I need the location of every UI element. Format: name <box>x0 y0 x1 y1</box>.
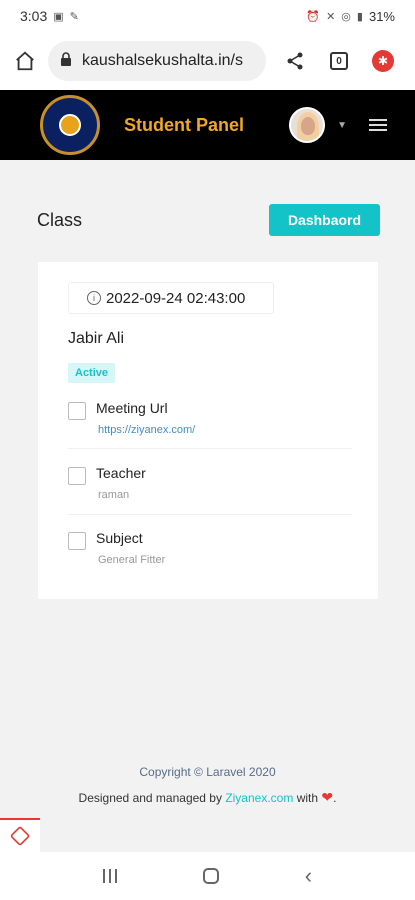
subject-label: Subject <box>96 530 143 546</box>
info-icon: i <box>87 291 101 305</box>
datetime-text: 2022-09-24 02:43:00 <box>106 289 246 307</box>
teacher-label: Teacher <box>96 465 146 481</box>
page-title: Class <box>37 209 83 230</box>
designed-suffix: with <box>296 791 319 805</box>
alarm-icon: ⏰ <box>306 10 321 23</box>
address-bar[interactable]: kaushalsekushalta.in/s <box>48 41 266 81</box>
student-name: Jabir Ali <box>68 330 125 347</box>
heart-icon: ❤ <box>321 789 334 805</box>
extension-icon: ✱ <box>372 50 394 72</box>
laravel-debug-tab[interactable] <box>0 818 40 852</box>
status-badge: Active <box>68 363 116 383</box>
system-nav-bar: ‹ <box>0 852 415 900</box>
recent-apps-icon[interactable] <box>102 869 117 883</box>
meeting-url-checkbox[interactable] <box>68 402 86 420</box>
class-card: i 2022-09-24 02:43:00 Jabir Ali Active M… <box>38 262 378 599</box>
share-icon[interactable] <box>280 46 310 76</box>
status-bar: 3:03 ▣ ✎ ⏰ ✕ ◎ ▮ 31% <box>0 0 415 32</box>
app-header: Student Panel ▼ <box>0 90 415 160</box>
url-text: kaushalsekushalta.in/s <box>82 52 243 69</box>
designed-prefix: Designed and managed by <box>78 791 222 805</box>
divider <box>68 514 352 515</box>
extension-button[interactable]: ✱ <box>368 46 398 76</box>
mute-icon: ✕ <box>326 10 336 23</box>
hamburger-menu-icon[interactable] <box>369 119 387 131</box>
home-icon[interactable] <box>10 46 40 76</box>
brand-title: Student Panel <box>124 114 245 135</box>
list-item-teacher: Teacher raman <box>68 463 352 519</box>
status-time: 3:03 <box>20 8 48 24</box>
lock-icon <box>60 51 74 71</box>
avatar[interactable] <box>289 107 326 143</box>
browser-toolbar: kaushalsekushalta.in/s 0 ✱ <box>0 32 415 90</box>
laravel-icon <box>9 825 31 847</box>
back-icon[interactable]: ‹ <box>305 863 312 889</box>
home-nav-icon[interactable] <box>202 868 219 884</box>
copyright-text: Copyright © Laravel 2020 <box>139 765 276 779</box>
teacher-checkbox[interactable] <box>68 467 86 485</box>
list-item-subject: Subject General Fitter <box>68 528 352 584</box>
battery-level: 31% <box>368 8 395 24</box>
gallery-icon: ▣ <box>53 10 64 23</box>
notification-icon: ✎ <box>69 10 79 23</box>
meeting-url-label: Meeting Url <box>96 400 168 416</box>
tabs-button[interactable]: 0 <box>324 46 354 76</box>
list-item-meeting-url: Meeting Url https://ziyanex.com/ <box>68 398 352 454</box>
page-heading: Class Dashbaord <box>37 203 380 237</box>
logo-emblem <box>59 114 81 136</box>
subject-value: General Fitter <box>98 554 166 566</box>
chevron-down-icon[interactable]: ▼ <box>337 120 347 131</box>
footer: Copyright © Laravel 2020 Designed and ma… <box>0 765 415 806</box>
ziyanex-link[interactable]: Ziyanex.com <box>225 791 293 805</box>
hotspot-icon: ◎ <box>341 10 351 23</box>
divider <box>68 448 352 449</box>
site-logo[interactable] <box>40 95 100 155</box>
subject-checkbox[interactable] <box>68 532 86 550</box>
signal-icon: ▮ <box>356 10 363 23</box>
dashboard-button[interactable]: Dashbaord <box>269 204 380 236</box>
meeting-url-link[interactable]: https://ziyanex.com/ <box>98 424 195 436</box>
teacher-value: raman <box>98 489 130 501</box>
tabs-count: 0 <box>330 52 348 70</box>
class-datetime: i 2022-09-24 02:43:00 <box>68 282 274 314</box>
designed-by-line: Designed and managed by Ziyanex.com with… <box>78 789 337 805</box>
